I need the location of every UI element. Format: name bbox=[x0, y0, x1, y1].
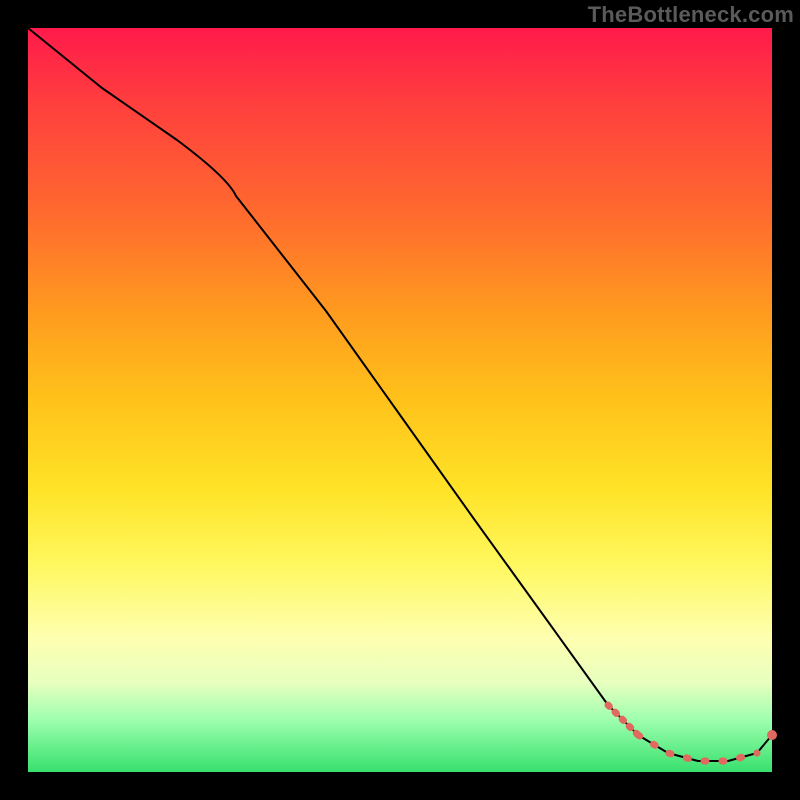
plot-area bbox=[28, 28, 772, 772]
highlight-dots bbox=[638, 735, 757, 761]
highlight-end-dot bbox=[767, 730, 777, 740]
watermark-text: TheBottleneck.com bbox=[588, 2, 794, 28]
chart-svg bbox=[28, 28, 772, 772]
bottleneck-curve bbox=[28, 28, 772, 761]
chart-frame: TheBottleneck.com bbox=[0, 0, 800, 800]
